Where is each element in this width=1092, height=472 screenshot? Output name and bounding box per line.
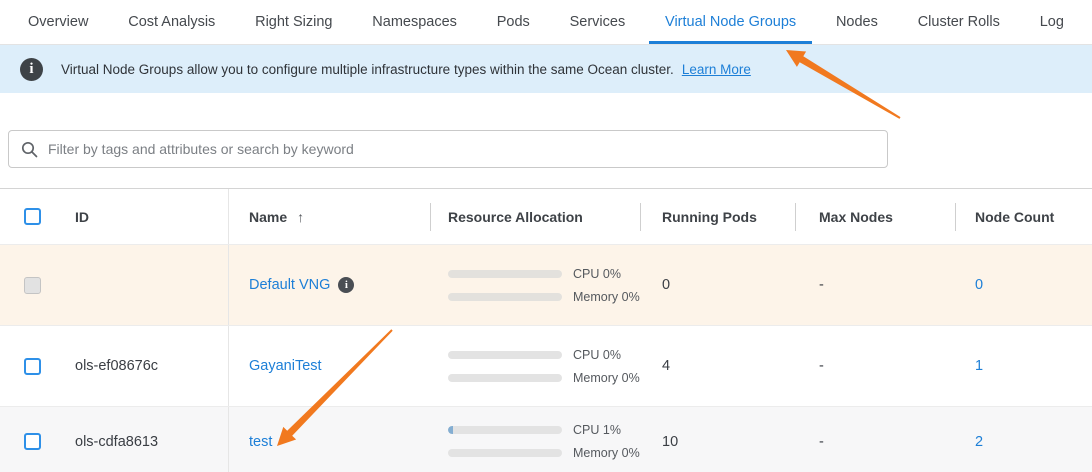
tab-bar: Overview Cost Analysis Right Sizing Name… bbox=[0, 0, 1092, 45]
resource-allocation: CPU 0% Memory 0% bbox=[448, 267, 640, 304]
row-name-link-default-vng[interactable]: Default VNG bbox=[249, 277, 330, 293]
row-checkbox-cell bbox=[0, 245, 60, 325]
row-node-count-link[interactable]: 1 bbox=[975, 358, 983, 374]
select-all-checkbox[interactable] bbox=[24, 208, 41, 225]
header-resource-allocation[interactable]: Resource Allocation bbox=[430, 189, 640, 244]
row-checkbox-cell bbox=[0, 407, 60, 472]
memory-bar bbox=[448, 449, 562, 457]
row-running-pods: 0 bbox=[662, 277, 670, 293]
search-icon bbox=[21, 141, 38, 158]
tab-label: Pods bbox=[497, 14, 530, 30]
tab-label: Log bbox=[1040, 14, 1064, 30]
row-name-link-gayanitest[interactable]: GayaniTest bbox=[249, 358, 322, 374]
search-box[interactable] bbox=[8, 130, 888, 168]
cpu-label: CPU 1% bbox=[573, 423, 621, 437]
header-running-pods[interactable]: Running Pods bbox=[640, 189, 795, 244]
table-row[interactable]: Default VNG i CPU 0% Memory 0% bbox=[0, 244, 1092, 325]
tab-log[interactable]: Log bbox=[1040, 0, 1064, 44]
memory-label: Memory 0% bbox=[573, 371, 640, 385]
memory-label: Memory 0% bbox=[573, 290, 640, 304]
header-checkbox-cell bbox=[0, 189, 60, 244]
tab-cluster-rolls[interactable]: Cluster Rolls bbox=[918, 0, 1000, 44]
cpu-bar bbox=[448, 426, 562, 434]
vng-table: ID Name ↑ Resource Allocation Running Po… bbox=[0, 188, 1092, 472]
search-section bbox=[0, 93, 1092, 188]
header-node-count[interactable]: Node Count bbox=[955, 189, 1092, 244]
table-row[interactable]: ols-cdfa8613 test i CPU 1% Memory 0% bbox=[0, 406, 1092, 472]
tab-label: Overview bbox=[28, 14, 88, 30]
tab-nodes[interactable]: Nodes bbox=[836, 0, 878, 44]
tab-virtual-node-groups[interactable]: Virtual Node Groups bbox=[665, 0, 796, 44]
table-row[interactable]: ols-ef08676c GayaniTest i CPU 0% Memory … bbox=[0, 325, 1092, 406]
tab-label: Cost Analysis bbox=[128, 14, 215, 30]
tab-label: Namespaces bbox=[372, 14, 457, 30]
resource-allocation: CPU 1% Memory 0% bbox=[448, 423, 640, 460]
row-name-link-test[interactable]: test bbox=[249, 434, 272, 450]
tab-pods[interactable]: Pods bbox=[497, 0, 530, 44]
cpu-bar bbox=[448, 351, 562, 359]
cpu-label: CPU 0% bbox=[573, 267, 621, 281]
sort-ascending-icon[interactable]: ↑ bbox=[297, 209, 304, 225]
cpu-bar-fill bbox=[448, 426, 453, 434]
cpu-bar bbox=[448, 270, 562, 278]
tab-label: Services bbox=[570, 14, 626, 30]
header-id[interactable]: ID bbox=[60, 189, 228, 244]
tab-namespaces[interactable]: Namespaces bbox=[372, 0, 457, 44]
search-input[interactable] bbox=[48, 141, 875, 157]
row-id: ols-ef08676c bbox=[75, 358, 158, 374]
memory-bar bbox=[448, 293, 562, 301]
tab-label: Cluster Rolls bbox=[918, 14, 1000, 30]
table-header: ID Name ↑ Resource Allocation Running Po… bbox=[0, 189, 1092, 244]
row-checkbox[interactable] bbox=[24, 433, 41, 450]
row-checkbox-cell bbox=[0, 326, 60, 406]
resource-allocation: CPU 0% Memory 0% bbox=[448, 348, 640, 385]
header-name[interactable]: Name ↑ bbox=[228, 189, 430, 244]
header-name-label: Name bbox=[249, 209, 287, 225]
banner-text: Virtual Node Groups allow you to configu… bbox=[61, 62, 674, 77]
row-checkbox[interactable] bbox=[24, 358, 41, 375]
memory-label: Memory 0% bbox=[573, 446, 640, 460]
row-node-count-link[interactable]: 0 bbox=[975, 277, 983, 293]
row-max-nodes: - bbox=[819, 277, 824, 293]
cpu-label: CPU 0% bbox=[573, 348, 621, 362]
row-id: ols-cdfa8613 bbox=[75, 434, 158, 450]
learn-more-link[interactable]: Learn More bbox=[682, 62, 751, 77]
tab-right-sizing[interactable]: Right Sizing bbox=[255, 0, 332, 44]
info-banner: i Virtual Node Groups allow you to confi… bbox=[0, 45, 1092, 93]
tab-label: Right Sizing bbox=[255, 14, 332, 30]
table-body: Default VNG i CPU 0% Memory 0% bbox=[0, 244, 1092, 472]
row-max-nodes: - bbox=[819, 358, 824, 374]
header-max-nodes[interactable]: Max Nodes bbox=[795, 189, 955, 244]
tab-services[interactable]: Services bbox=[570, 0, 626, 44]
info-icon[interactable]: i bbox=[338, 277, 354, 293]
row-running-pods: 4 bbox=[662, 358, 670, 374]
info-icon: i bbox=[20, 58, 43, 81]
tab-cost-analysis[interactable]: Cost Analysis bbox=[128, 0, 215, 44]
row-node-count-link[interactable]: 2 bbox=[975, 434, 983, 450]
row-running-pods: 10 bbox=[662, 434, 678, 450]
row-checkbox[interactable] bbox=[24, 277, 41, 294]
tab-overview[interactable]: Overview bbox=[28, 0, 88, 44]
tab-label: Nodes bbox=[836, 14, 878, 30]
row-max-nodes: - bbox=[819, 434, 824, 450]
memory-bar bbox=[448, 374, 562, 382]
tab-label: Virtual Node Groups bbox=[665, 14, 796, 30]
